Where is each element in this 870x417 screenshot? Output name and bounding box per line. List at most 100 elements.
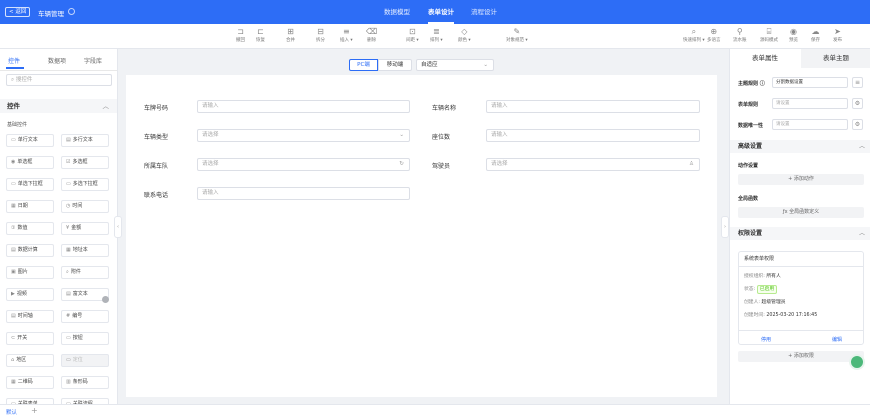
- control-label: 单选框: [17, 159, 33, 165]
- flow-icon: ⚲: [736, 27, 743, 36]
- tool-merge-button[interactable]: ⊞ 合并: [286, 27, 295, 43]
- perm-time-label: 创建时间:: [744, 313, 765, 318]
- control-item[interactable]: ▣ 图片: [6, 266, 54, 279]
- field-suffix-icon[interactable]: ⌄: [399, 130, 404, 141]
- page-tab-default[interactable]: 默认: [6, 408, 17, 416]
- control-item[interactable]: ⊂ 开关: [6, 332, 54, 345]
- add-action-button[interactable]: + 添加动作: [738, 174, 864, 185]
- control-label: 地址本: [72, 247, 88, 253]
- control-group-header[interactable]: 控件 ︿: [0, 99, 117, 113]
- tool-delete-button[interactable]: ⌫ 删除: [366, 27, 377, 43]
- code-icon: ⌸: [766, 27, 772, 36]
- perm-time: 创建时间: 2025-03-20 17:16:45: [744, 311, 817, 318]
- tool-style-button[interactable]: ✎ 对象规范 ▾: [506, 27, 528, 43]
- property-label: 主题规则 ⓘ: [738, 81, 765, 87]
- rtool-layout-button[interactable]: ⌕ 快速排列 ▾: [683, 27, 705, 43]
- pc-tab[interactable]: PC端: [349, 59, 378, 71]
- global-func-button[interactable]: ƒx 全局函数定义: [738, 207, 864, 218]
- control-item[interactable]: ▭ 单行文本: [6, 134, 54, 147]
- form-field-input[interactable]: 请选择 ♙: [486, 158, 700, 171]
- tab-controls[interactable]: 控件: [8, 56, 20, 65]
- control-item[interactable]: ▤ 时间轴: [6, 310, 54, 323]
- tool-undo-button[interactable]: ⊐ 撤回: [236, 27, 245, 43]
- tool-split-button[interactable]: ⊟ 拆分: [316, 27, 325, 43]
- control-item[interactable]: ▦ 地址本: [61, 244, 109, 257]
- control-label: 多选下拉框: [72, 181, 98, 187]
- tab-field-library[interactable]: 字段库: [84, 56, 102, 65]
- assistant-icon[interactable]: [849, 354, 865, 370]
- control-item[interactable]: ¥ 金额: [61, 222, 109, 235]
- control-item[interactable]: ▭ 按钮: [61, 332, 109, 345]
- control-item[interactable]: ▭ 单选下拉框: [6, 178, 54, 191]
- form-field-input[interactable]: 请选择 ↻: [197, 158, 410, 171]
- field-suffix-icon[interactable]: ↻: [399, 159, 404, 170]
- form-field-input[interactable]: 请输入: [197, 100, 410, 113]
- edit-permission-link[interactable]: 编辑: [832, 336, 842, 343]
- control-item[interactable]: ⌂ 地区: [6, 354, 54, 367]
- property-label: 数据唯一性: [738, 123, 764, 129]
- control-item[interactable]: ① 数值: [6, 222, 54, 235]
- advanced-settings-header[interactable]: 高级设置 ︿: [730, 140, 870, 153]
- cloud-icon: ☁: [811, 27, 820, 36]
- settings-icon[interactable]: [68, 8, 75, 15]
- rtool-code-button[interactable]: ⌸ 源码模式: [760, 27, 778, 43]
- form-field-input[interactable]: 请输入: [486, 100, 700, 113]
- tab-form-design[interactable]: 表单设计: [428, 0, 454, 24]
- control-item[interactable]: ▶ 视频: [6, 288, 54, 301]
- tab-data-model[interactable]: 数据模型: [384, 0, 410, 24]
- permission-settings-header[interactable]: 权限设置 ︿: [730, 227, 870, 240]
- add-permission-button[interactable]: + 添加权限: [738, 351, 864, 362]
- property-input[interactable]: 请设置: [772, 119, 848, 130]
- form-field-input[interactable]: 请输入: [486, 129, 700, 142]
- chevron-up-icon: ︿: [858, 230, 865, 237]
- form-field-input[interactable]: 请输入: [197, 187, 410, 200]
- control-type-icon: ⊂: [11, 335, 16, 341]
- tab-flow-design[interactable]: 流程设计: [471, 0, 497, 24]
- control-item[interactable]: # 编号: [61, 310, 109, 323]
- tool-align-button[interactable]: ≣ 排列 ▾: [430, 27, 443, 43]
- control-item[interactable]: ▦ 日期: [6, 200, 54, 213]
- tab-form-properties[interactable]: 表单属性: [730, 49, 800, 68]
- control-item[interactable]: ▦ 二维码: [6, 376, 54, 389]
- property-settings-icon[interactable]: ⚙: [852, 98, 863, 109]
- rtool-cloud-button[interactable]: ☁ 保存: [811, 27, 820, 43]
- control-item[interactable]: ⌕ 附件: [61, 266, 109, 279]
- property-input[interactable]: 请设置: [772, 98, 848, 109]
- rtool-send-button[interactable]: ➤ 发布: [833, 27, 842, 43]
- rtool-flow-button[interactable]: ⚲ 流水账: [733, 27, 747, 43]
- control-search-input[interactable]: ⌕ 搜控件: [6, 74, 112, 86]
- property-settings-icon[interactable]: ≡: [852, 77, 863, 88]
- tab-data-items[interactable]: 数据项: [48, 56, 66, 65]
- control-item[interactable]: ▥ 条形码: [61, 376, 109, 389]
- form-canvas[interactable]: 车牌号码 请输入 车辆名称 请输入 车辆类型 请选择 ⌄ 座位数 请输入 所属车队 请选择 ↻ 驾驶员请…: [126, 75, 717, 397]
- toolbar-label: 多语言: [707, 38, 721, 43]
- control-item[interactable]: ▤ 多行文本: [61, 134, 109, 147]
- control-item[interactable]: ☑ 多选框: [61, 156, 109, 169]
- merge-icon: ⊞: [287, 27, 294, 36]
- control-item[interactable]: ▤ 数据计算: [6, 244, 54, 257]
- collapse-left-button[interactable]: ‹: [114, 216, 122, 238]
- adapt-select[interactable]: 自适应 ⌄: [416, 59, 494, 71]
- advanced-title: 高级设置: [738, 143, 763, 150]
- perm-status-label: 状态:: [744, 287, 756, 292]
- property-settings-icon[interactable]: ⚙: [852, 119, 863, 130]
- control-item[interactable]: ▭ 多选下拉框: [61, 178, 109, 191]
- back-button[interactable]: < 返回: [5, 7, 31, 17]
- collapse-right-button[interactable]: ›: [721, 216, 729, 238]
- tool-color-button[interactable]: ◇ 颜色 ▾: [458, 27, 471, 43]
- control-item[interactable]: ◉ 单选框: [6, 156, 54, 169]
- field-suffix-icon[interactable]: ♙: [689, 159, 694, 170]
- control-item[interactable]: ▭ 定位: [61, 354, 109, 367]
- property-input[interactable]: 分割数据设置: [772, 77, 848, 88]
- tool-insert-button[interactable]: ≡ 插入 ▾: [340, 27, 353, 43]
- rtool-eye-button[interactable]: ◉ 预览: [789, 27, 798, 43]
- tool-spacing-button[interactable]: ⊡ 间距 ▾: [406, 27, 419, 43]
- tool-redo-button[interactable]: ⊏ 恢复: [256, 27, 265, 43]
- mobile-tab[interactable]: 移动端: [378, 59, 412, 71]
- disable-permission-link[interactable]: 停用: [761, 336, 771, 343]
- control-item[interactable]: ◷ 时间: [61, 200, 109, 213]
- rtool-globe-button[interactable]: ⊕ 多语言: [707, 27, 721, 43]
- form-field-input[interactable]: 请选择 ⌄: [197, 129, 410, 142]
- add-page-icon[interactable]: +: [31, 406, 38, 415]
- tab-form-theme[interactable]: 表单主题: [801, 49, 870, 68]
